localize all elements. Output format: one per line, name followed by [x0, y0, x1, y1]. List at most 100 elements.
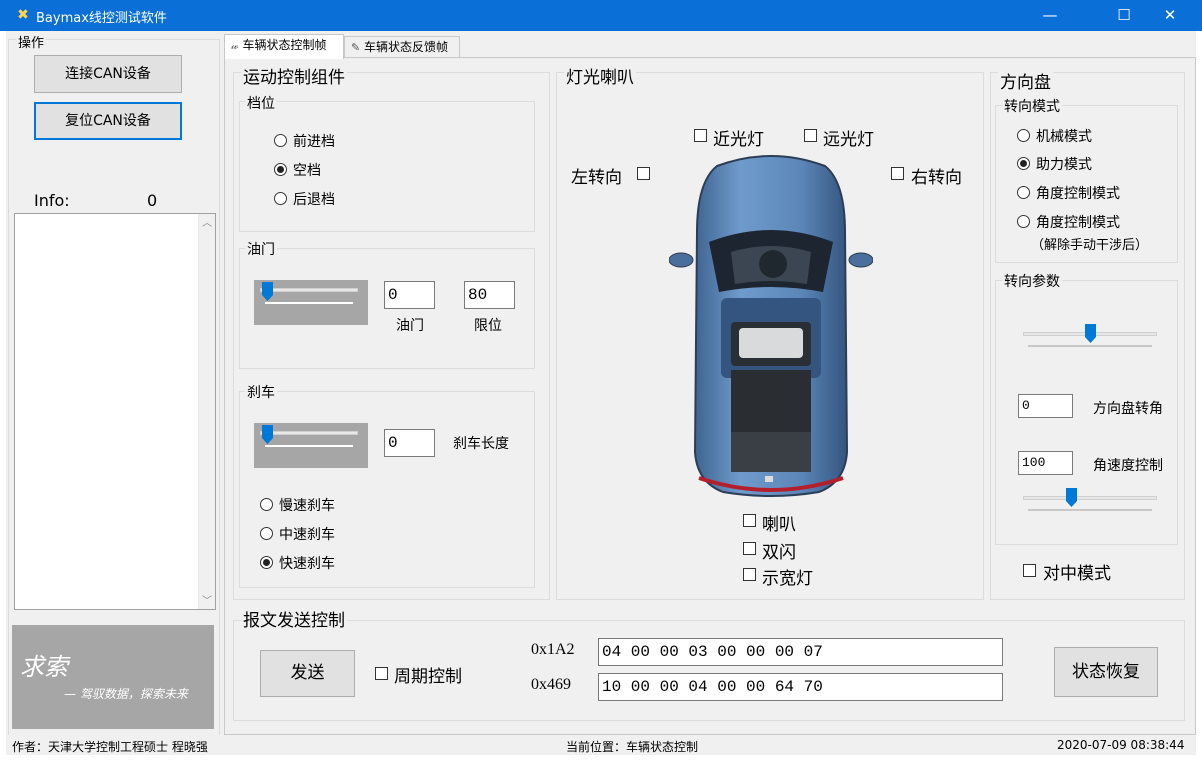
logo-title: 求索: [20, 653, 68, 681]
throttle-value-label: 油门: [396, 318, 424, 334]
message-send-title: 报文发送控制: [241, 606, 347, 631]
mode-angle-label: 角度控制模式: [1036, 186, 1120, 202]
gear-forward-radio[interactable]: [274, 134, 287, 147]
gear-forward-label: 前进档: [293, 134, 335, 150]
width-lamp-checkbox[interactable]: [743, 568, 756, 581]
gear-neutral-label: 空档: [293, 163, 321, 179]
message-data-2-input[interactable]: 10 00 00 04 00 00 64 70: [598, 673, 1003, 701]
info-textbox[interactable]: ︿ ﹀: [14, 213, 216, 610]
center-mode-checkbox[interactable]: [1023, 564, 1036, 577]
angle-slider-ticks: [1028, 345, 1152, 347]
car-top-view-image: [669, 155, 873, 497]
mode-angle-release-note: （解除手动干涉后）: [1031, 238, 1149, 253]
low-beam-label: 近光灯: [713, 130, 764, 150]
datetime-text: 2020-07-09 08:38:44: [1057, 738, 1185, 752]
speed-slider-ticks: [1028, 509, 1152, 511]
brake-slider[interactable]: [254, 423, 368, 468]
right-turn-label: 右转向: [911, 168, 962, 188]
throttle-slider-thumb[interactable]: [262, 282, 273, 301]
throttle-value-input[interactable]: 0: [384, 281, 435, 309]
steering-angle-label: 方向盘转角: [1093, 401, 1163, 417]
maximize-button[interactable]: ☐: [1101, 0, 1147, 31]
tools-icon: 𝓌: [231, 39, 239, 52]
close-button[interactable]: ✕: [1147, 0, 1193, 31]
steering-param-title: 转向参数: [1002, 271, 1062, 291]
throttle-title: 油门: [245, 239, 277, 259]
steering-title: 方向盘: [998, 68, 1053, 93]
reset-can-button[interactable]: 复位CAN设备: [34, 102, 182, 140]
throttle-slider-track: [260, 288, 358, 292]
title-bar: ✖ Baymax线控测试软件 — ☐ ✕: [0, 0, 1202, 31]
brake-fast-radio[interactable]: [260, 556, 273, 569]
client-area: 操作 连接CAN设备 复位CAN设备 Info: 0 ︿ ﹀ 求索 — 驾驭数据…: [6, 31, 1196, 755]
connect-can-button[interactable]: 连接CAN设备: [34, 55, 182, 93]
periodic-checkbox[interactable]: [375, 667, 388, 680]
logo-panel: 求索 — 驾驭数据，探索未来: [12, 625, 214, 729]
throttle-limit-input[interactable]: 80: [464, 281, 515, 309]
tools-icon: ✖: [17, 7, 29, 23]
gear-title: 档位: [245, 93, 277, 113]
tab-label: 车辆状态反馈帧: [364, 40, 449, 54]
right-turn-checkbox[interactable]: [891, 167, 904, 180]
brake-medium-radio[interactable]: [260, 527, 273, 540]
throttle-slider-ticks: [265, 302, 353, 304]
brake-title: 刹车: [245, 382, 277, 402]
gear-reverse-label: 后退档: [293, 192, 335, 208]
brake-value-input[interactable]: 0: [384, 429, 435, 457]
brake-fast-label: 快速刹车: [279, 556, 335, 572]
brake-length-label: 刹车长度: [453, 436, 509, 452]
message-data-1-input[interactable]: 04 00 00 03 00 00 00 07: [598, 638, 1003, 666]
brake-slider-thumb[interactable]: [262, 425, 273, 444]
brake-medium-label: 中速刹车: [279, 527, 335, 543]
scroll-up-icon[interactable]: ︿: [202, 214, 212, 229]
gear-reverse-radio[interactable]: [274, 192, 287, 205]
horn-checkbox[interactable]: [743, 514, 756, 527]
center-mode-label: 对中模式: [1043, 564, 1111, 584]
tab-vehicle-control[interactable]: 𝓌 车辆状态控制帧: [224, 34, 344, 59]
gear-neutral-radio[interactable]: [274, 163, 287, 176]
minimize-button[interactable]: —: [1027, 0, 1073, 31]
hazard-checkbox[interactable]: [743, 542, 756, 555]
left-turn-checkbox[interactable]: [637, 167, 650, 180]
message-id-2: 0x469: [531, 676, 571, 693]
left-turn-label: 左转向: [571, 168, 622, 188]
brake-slow-radio[interactable]: [260, 498, 273, 511]
author-text: 作者：天津大学控制工程硕士 程晓强: [12, 740, 208, 754]
tab-vehicle-feedback[interactable]: ✎ 车辆状态反馈帧: [344, 36, 460, 58]
angle-slider-thumb[interactable]: [1084, 324, 1096, 343]
logo-slogan: — 驾驭数据，探索未来: [64, 687, 188, 701]
mode-angle-radio[interactable]: [1017, 186, 1030, 199]
info-label: Info:: [34, 191, 70, 210]
current-location-text: 当前位置：车辆状态控制: [566, 740, 699, 754]
angular-speed-input[interactable]: 100: [1018, 451, 1073, 475]
window-title: Baymax线控测试软件: [36, 11, 167, 26]
message-id-1: 0x1A2: [531, 641, 575, 658]
info-scrollbar[interactable]: ︿ ﹀: [198, 214, 215, 609]
angular-speed-slider[interactable]: [1023, 480, 1157, 516]
tab-page: 运动控制组件 档位 前进档 空档 后退档 油门 0 80 油门 限位 刹车 0 …: [224, 57, 1196, 735]
hazard-label: 双闪: [762, 543, 796, 563]
low-beam-checkbox[interactable]: [694, 129, 707, 142]
motion-control-title: 运动控制组件: [241, 63, 347, 88]
high-beam-checkbox[interactable]: [804, 129, 817, 142]
pencil-icon: ✎: [351, 41, 361, 54]
steering-angle-input[interactable]: 0: [1018, 394, 1073, 418]
mode-angle-release-radio[interactable]: [1017, 215, 1030, 228]
periodic-label: 周期控制: [394, 667, 462, 687]
restore-state-button[interactable]: 状态恢复: [1054, 647, 1158, 697]
mode-assist-radio[interactable]: [1017, 157, 1030, 170]
info-count: 0: [147, 191, 158, 210]
speed-slider-thumb[interactable]: [1066, 488, 1078, 507]
mode-assist-label: 助力模式: [1036, 157, 1092, 173]
send-button[interactable]: 发送: [260, 650, 355, 697]
throttle-slider[interactable]: [254, 280, 368, 325]
tab-label: 车辆状态控制帧: [242, 38, 327, 52]
lights-horn-title: 灯光喇叭: [564, 63, 636, 88]
brake-slider-ticks: [265, 445, 353, 447]
high-beam-label: 远光灯: [823, 130, 874, 150]
mode-mechanical-radio[interactable]: [1017, 129, 1030, 142]
angular-speed-label: 角速度控制: [1093, 458, 1163, 474]
scroll-down-icon[interactable]: ﹀: [202, 592, 212, 607]
steering-angle-slider[interactable]: [1023, 316, 1157, 352]
steering-mode-title: 转向模式: [1002, 96, 1062, 116]
